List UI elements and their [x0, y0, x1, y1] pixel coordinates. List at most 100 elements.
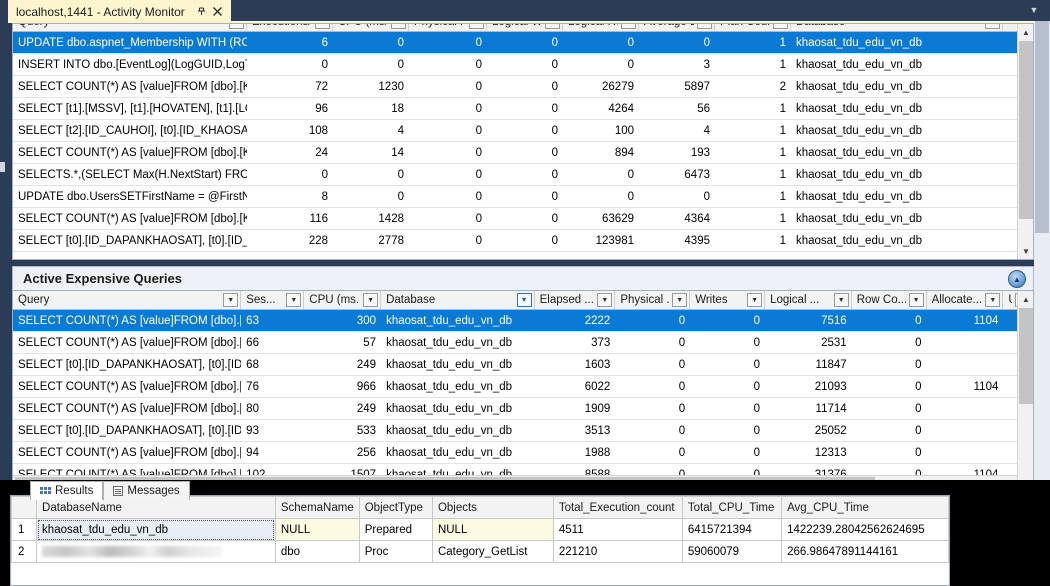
- filter-dropdown-icon[interactable]: ▼: [391, 24, 406, 29]
- chevron-down-icon[interactable]: ▼: [1026, 3, 1042, 17]
- filter-dropdown-icon[interactable]: ▼: [545, 24, 560, 29]
- column-header-logical-reads-sec[interactable]: Logical Reads/sec▼: [563, 24, 639, 31]
- table-row[interactable]: SELECT COUNT(*) AS [value]FROM [dbo].[KS…: [13, 398, 1033, 420]
- results-cell-total-execution-count[interactable]: 4511: [552, 518, 683, 541]
- filter-dropdown-icon[interactable]: ▼: [223, 293, 239, 307]
- active-queries-vscrollbar[interactable]: ▲ ▼: [1017, 291, 1033, 491]
- column-header-elapsed[interactable]: Elapsed ... ▼: [534, 291, 616, 309]
- results-cell-objecttype[interactable]: Prepared: [358, 518, 433, 541]
- column-header-physical-reads-sec[interactable]: Physical Reads/sec▼: [409, 24, 487, 31]
- filter-dropdown-icon[interactable]: ▼: [315, 24, 330, 29]
- table-row[interactable]: SELECT COUNT(*) AS [value]FROM [dbo].[KS…: [13, 442, 1033, 464]
- filter-dropdown-icon[interactable]: ▼: [985, 24, 1000, 29]
- column-header-average-dur[interactable]: Average Dur...▼: [639, 24, 715, 31]
- active-expensive-queries-header[interactable]: Active Expensive Queries ▲: [12, 266, 1034, 290]
- table-row[interactable]: SELECT COUNT(*) AS [value]FROM [dbo].[KS…: [13, 76, 1033, 98]
- results-cell-schemaname[interactable]: dbo: [274, 540, 360, 563]
- table-cell: SELECT COUNT(*) AS [value]FROM [dbo].[KS…: [18, 146, 247, 159]
- filter-dropdown-icon[interactable]: ▼: [747, 293, 763, 307]
- column-header-ses[interactable]: Ses... ▼: [241, 291, 305, 309]
- table-row[interactable]: SELECT [t0].[ID_DAPANKHAOSAT], [t0].[ID_…: [13, 420, 1033, 442]
- table-row[interactable]: UPDATE dbo.aspnet_Membership WITH (RO...…: [13, 32, 1033, 54]
- table-row[interactable]: SELECT COUNT(*) AS [value]FROM [dbo].[KS…: [13, 376, 1033, 398]
- window-vscrollbar[interactable]: [1034, 21, 1050, 480]
- table-row[interactable]: SELECT COUNT(*) AS [value]FROM [dbo].[KS…: [13, 310, 1033, 332]
- table-row[interactable]: SELECT COUNT(*) AS [value]FROM [dbo].[KS…: [13, 332, 1033, 354]
- table-row[interactable]: SELECTS.*,(SELECT Max(H.NextStart) FROM …: [13, 164, 1033, 186]
- filter-dropdown-icon[interactable]: ▼: [229, 24, 244, 29]
- tab-activity-monitor[interactable]: localhost,1441 - Activity Monitor: [8, 0, 231, 21]
- results-cell-databasename[interactable]: [36, 540, 276, 563]
- results-cell-total-cpu-time[interactable]: 6415721394: [681, 518, 783, 541]
- table-cell: 93: [246, 424, 259, 437]
- column-header-database[interactable]: Database▼: [791, 24, 1003, 31]
- scroll-up-icon[interactable]: ▲: [1018, 24, 1033, 40]
- column-header-logical-writes-sec[interactable]: Logical Writes/sec▼: [487, 24, 563, 31]
- results-cell-objecttype[interactable]: Proc: [358, 540, 433, 563]
- column-header-row-co[interactable]: Row Co... ▼: [851, 291, 927, 309]
- active-expensive-queries-grid[interactable]: Query ▼ Ses... ▼ CPU (ms... ▼ Database ▼ Elapsed…: [12, 290, 1034, 492]
- column-header-physical[interactable]: Physical ...▼: [615, 291, 691, 309]
- filter-dropdown-icon[interactable]: ▼: [908, 293, 924, 307]
- results-cell-total-execution-count[interactable]: 221210: [552, 540, 683, 563]
- recent-queries-vscrollbar[interactable]: ▲ ▼: [1017, 24, 1033, 259]
- table-row[interactable]: SELECT COUNT(*) AS [value]FROM [dbo].[KS…: [13, 208, 1033, 230]
- filter-dropdown-icon[interactable]: ▼: [697, 24, 712, 29]
- column-header-logical[interactable]: Logical ... ▼: [765, 291, 852, 309]
- results-cell-databasename[interactable]: khaosat_tdu_edu_vn_db: [36, 518, 276, 541]
- filter-dropdown-icon[interactable]: ▼: [773, 24, 788, 29]
- column-header-executions-min[interactable]: Executions/min▼: [247, 24, 333, 31]
- table-row[interactable]: SELECT [t1].[MSSV], [t1].[HOVATEN], [t1]…: [13, 98, 1033, 120]
- results-column-schemaname[interactable]: SchemaName: [274, 496, 360, 519]
- pin-icon[interactable]: [195, 4, 209, 20]
- column-header-writes[interactable]: Writes ▼: [690, 291, 766, 309]
- vscroll-thumb[interactable]: [1019, 308, 1033, 404]
- filter-dropdown-icon[interactable]: ▼: [833, 293, 849, 307]
- collapse-up-icon[interactable]: ▲: [1008, 270, 1026, 288]
- filter-dropdown-icon[interactable]: ▼: [985, 293, 1001, 307]
- tab-messages[interactable]: Messages: [103, 481, 190, 500]
- table-row[interactable]: SELECT [t2].[ID_CAUHOI], [t0].[ID_KHAOSA…: [13, 120, 1033, 142]
- results-column-objecttype[interactable]: ObjectType: [358, 496, 433, 519]
- column-header-plan-count[interactable]: Plan Count▼: [715, 24, 791, 31]
- filter-dropdown-icon[interactable]: ▼: [597, 293, 613, 307]
- column-header-query[interactable]: Query▼: [13, 291, 242, 309]
- table-row[interactable]: SELECT COUNT(*) AS [value]FROM [dbo].[KS…: [13, 142, 1033, 164]
- scroll-up-icon[interactable]: ▲: [1018, 291, 1033, 307]
- window-vscroll-thumb[interactable]: [1035, 21, 1049, 233]
- results-row[interactable]: 1 khaosat_tdu_edu_vn_db NULL Prepared NULL 45…: [11, 518, 949, 541]
- results-column-total_execution_count[interactable]: Total_Execution_count: [552, 496, 683, 519]
- filter-dropdown-icon[interactable]: ▼: [363, 293, 379, 307]
- results-column-total_cpu_time[interactable]: Total_CPU_Time: [681, 496, 783, 519]
- results-column-objects[interactable]: Objects: [431, 496, 554, 519]
- results-cell-objects[interactable]: Category_GetList: [431, 540, 554, 563]
- results-cell-schemaname[interactable]: NULL: [274, 518, 360, 541]
- vscroll-thumb[interactable]: [1019, 41, 1033, 219]
- tab-results[interactable]: Results: [30, 481, 104, 500]
- column-header-query[interactable]: Query▼: [13, 24, 247, 31]
- results-grid[interactable]: DatabaseName SchemaName ObjectType Objects T…: [10, 495, 950, 586]
- close-icon[interactable]: [211, 4, 225, 20]
- table-row[interactable]: UPDATE dbo.UsersSETFirstName = @FirstNa.…: [13, 186, 1033, 208]
- filter-dropdown-icon[interactable]: ▼: [469, 24, 484, 29]
- column-header-cpu-ms-sec[interactable]: CPU (ms/sec)▼: [333, 24, 409, 31]
- column-header-database[interactable]: Database▼: [381, 291, 535, 309]
- table-row[interactable]: SELECT [t0].[ID_DAPANKHAOSAT], [t0].[ID_…: [13, 230, 1033, 252]
- results-column-avg_cpu_time[interactable]: Avg_CPU_Time: [781, 496, 949, 519]
- column-header-label: Physical ...: [620, 294, 669, 306]
- table-row[interactable]: SELECT [t0].[ID_DAPANKHAOSAT], [t0].[ID_…: [13, 354, 1033, 376]
- results-cell-total-cpu-time[interactable]: 59060079: [681, 540, 783, 563]
- results-cell-objects[interactable]: NULL: [431, 518, 554, 541]
- filter-dropdown-icon[interactable]: ▼: [672, 293, 688, 307]
- column-header-allocate[interactable]: Allocate... ▼: [926, 291, 1004, 309]
- results-cell-avg-cpu-time[interactable]: 1422239.28042562624695: [781, 518, 949, 541]
- recent-expensive-queries-grid[interactable]: Query▼Executions/min▼CPU (ms/sec)▼Physic…: [12, 23, 1034, 260]
- filter-dropdown-icon[interactable]: ▼: [621, 24, 636, 29]
- table-row[interactable]: INSERT INTO dbo.[EventLog](LogGUID,LogT.…: [13, 54, 1033, 76]
- filter-dropdown-icon[interactable]: ▼: [516, 293, 532, 307]
- results-row[interactable]: 2 dbo Proc Category_GetList 221210 59060079 26…: [11, 540, 949, 563]
- results-cell-avg-cpu-time[interactable]: 266.98647891144161: [781, 540, 949, 563]
- filter-dropdown-icon[interactable]: ▼: [286, 293, 302, 307]
- scroll-down-icon[interactable]: ▼: [1018, 243, 1033, 259]
- column-header-cpu-ms[interactable]: CPU (ms... ▼: [304, 291, 382, 309]
